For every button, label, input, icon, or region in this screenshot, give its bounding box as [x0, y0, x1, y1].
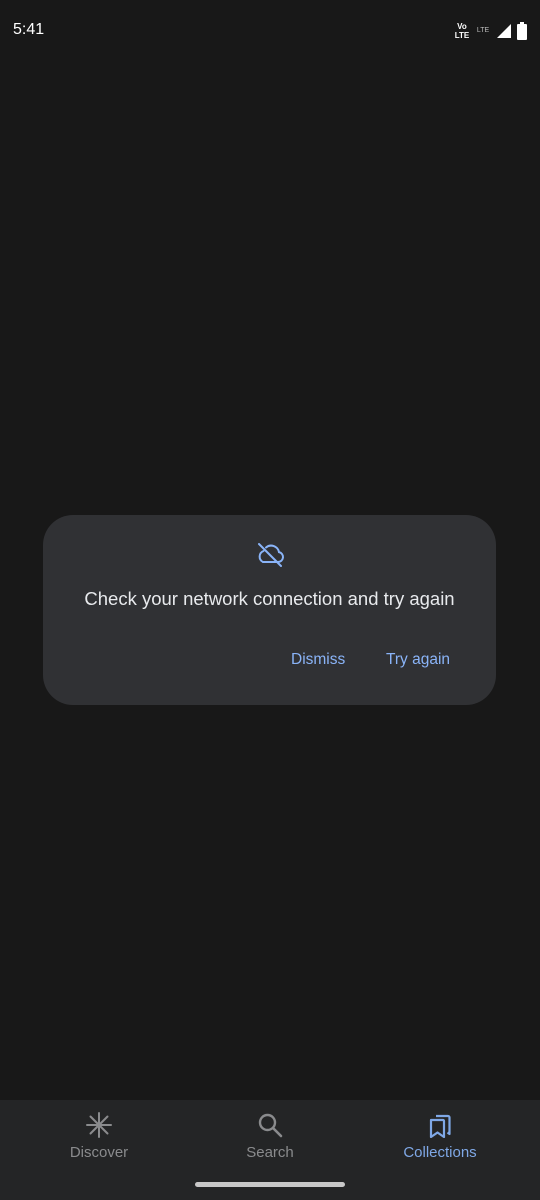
status-icons: Vo LTE LTE — [454, 20, 528, 42]
home-indicator[interactable] — [195, 1182, 345, 1187]
nav-label-collections: Collections — [403, 1144, 477, 1161]
network-error-dialog: Check your network connection and try ag… — [43, 515, 496, 705]
volte-icon: Vo LTE — [454, 22, 470, 40]
try-again-button[interactable]: Try again — [382, 649, 454, 671]
asterisk-icon — [86, 1112, 112, 1138]
bookmarks-icon — [429, 1114, 451, 1138]
nav-label-discover: Discover — [69, 1144, 129, 1161]
status-bar: 5:41 Vo LTE LTE — [0, 0, 540, 60]
dismiss-button[interactable]: Dismiss — [287, 649, 349, 671]
volte-bottom-text: LTE — [454, 31, 470, 40]
nav-item-collections[interactable]: Collections — [350, 1100, 530, 1180]
nav-label-search: Search — [246, 1144, 294, 1161]
volte-top-text: Vo — [457, 22, 467, 31]
nav-item-discover[interactable]: Discover — [9, 1100, 189, 1180]
signal-icon — [497, 24, 511, 38]
search-icon — [258, 1113, 283, 1138]
screen: 5:41 Vo LTE LTE Check your network conne… — [0, 0, 540, 1200]
lte2-icon: LTE — [474, 27, 492, 35]
nav-item-search[interactable]: Search — [180, 1100, 360, 1180]
lte2-text: LTE — [476, 27, 490, 34]
dialog-message: Check your network connection and try ag… — [84, 588, 455, 609]
status-time: 5:41 — [13, 21, 45, 38]
cloud-off-icon — [258, 543, 284, 567]
battery-icon — [517, 22, 527, 40]
